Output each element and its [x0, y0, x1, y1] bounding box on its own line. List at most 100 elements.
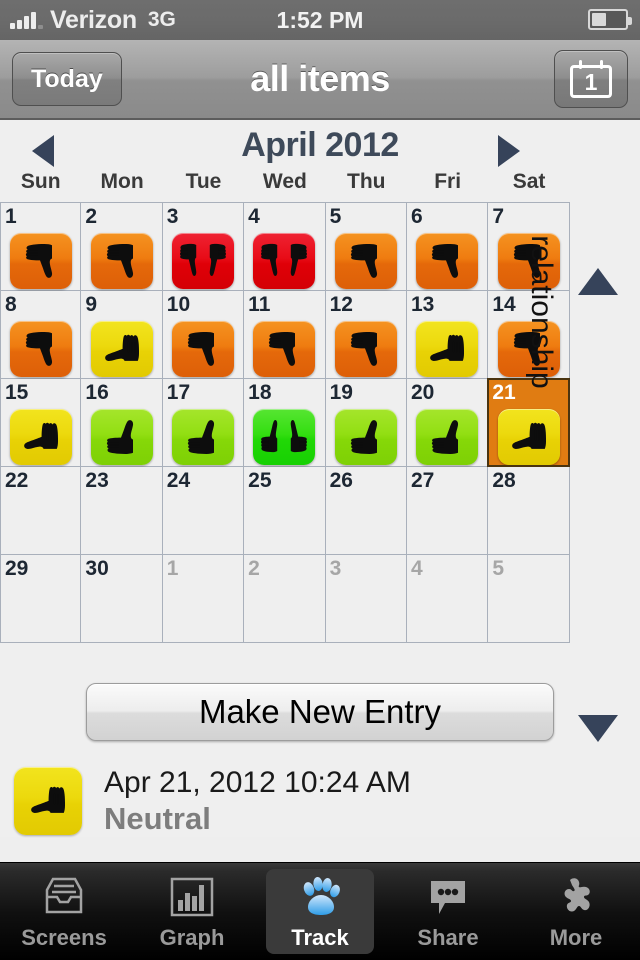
- tab-screens[interactable]: Screens: [0, 863, 128, 960]
- calendar-day-cell[interactable]: 26: [325, 467, 407, 555]
- tab-share[interactable]: Share: [384, 863, 512, 960]
- entry-list-item[interactable]: Apr 21, 2012 10:24 AM Neutral: [0, 741, 640, 837]
- calendar-day-cell[interactable]: 30: [81, 555, 163, 643]
- entry-status: Neutral: [104, 801, 211, 836]
- calendar-day-cell[interactable]: 6: [406, 203, 489, 291]
- calendar-view-button[interactable]: 1: [554, 50, 628, 108]
- tab-more[interactable]: More: [512, 863, 640, 960]
- battery-icon: [588, 9, 632, 30]
- thumbs-up-icon: [171, 409, 234, 465]
- calendar-day-cell[interactable]: 4: [244, 203, 326, 291]
- inbox-tray-icon: [41, 873, 87, 921]
- weekday-label: Tue: [185, 170, 222, 193]
- calendar-day-cell[interactable]: 3: [162, 203, 245, 291]
- calendar-day-cell[interactable]: 10: [162, 291, 245, 379]
- calendar-day-cell[interactable]: 2: [81, 203, 163, 291]
- thumbs-down-icon: [253, 321, 316, 377]
- thumbs-down-icon: [90, 233, 153, 289]
- day-number: 28: [492, 469, 516, 492]
- calendar-day-cell[interactable]: 8: [0, 291, 82, 379]
- calendar-day-cell[interactable]: 15: [0, 379, 82, 467]
- calendar-icon: 1: [570, 60, 612, 98]
- clock-label: 1:52 PM: [276, 6, 364, 33]
- calendar-day-cell[interactable]: 1: [162, 555, 245, 643]
- entry-text-block: Apr 21, 2012 10:24 AM Neutral: [104, 765, 411, 837]
- calendar-panel: April 2012 Sun Mon Tue Wed Thu Fri Sat 1…: [0, 120, 640, 742]
- day-number: 14: [492, 293, 516, 316]
- calendar-day-cell[interactable]: 16: [81, 379, 163, 467]
- today-button[interactable]: Today: [12, 52, 122, 106]
- day-number: 11: [248, 293, 271, 316]
- calendar-day-cell[interactable]: 11: [244, 291, 326, 379]
- calendar-day-cell[interactable]: 2: [244, 555, 326, 643]
- calendar-day-cell[interactable]: 13: [406, 291, 489, 379]
- calendar-day-cell[interactable]: 25: [244, 467, 326, 555]
- day-number: 4: [410, 557, 423, 580]
- calendar-day-cell[interactable]: 5: [488, 555, 570, 643]
- speech-bubble-icon: [426, 873, 470, 921]
- flat-hand-icon: [9, 409, 72, 465]
- calendar-day-cell[interactable]: 20: [406, 379, 489, 467]
- day-number: 21: [492, 381, 516, 404]
- arrow-down-icon[interactable]: [578, 715, 618, 742]
- tab-track[interactable]: Track: [256, 863, 384, 960]
- calendar-header: April 2012: [0, 120, 640, 170]
- calendar-week-row: 22 23 24 25 26 27 28: [0, 467, 570, 555]
- day-number: 1: [5, 205, 17, 228]
- day-number: 22: [5, 469, 29, 492]
- calendar-day-cell[interactable]: 24: [162, 467, 245, 555]
- day-number: 26: [329, 469, 353, 492]
- arrow-up-icon[interactable]: [578, 268, 618, 295]
- weekday-label: Wed: [262, 170, 307, 193]
- entry-datetime: Apr 21, 2012 10:24 AM: [104, 766, 411, 799]
- calendar-day-cell[interactable]: 5: [325, 203, 407, 291]
- thumbs-down-icon: [416, 233, 479, 289]
- calendar-day-cell[interactable]: 12: [325, 291, 407, 379]
- tab-graph[interactable]: Graph: [128, 863, 256, 960]
- make-new-entry-button[interactable]: Make New Entry: [86, 683, 554, 741]
- tab-bar: Screens Graph Track Share More: [0, 862, 640, 960]
- calendar-day-cell[interactable]: 23: [81, 467, 163, 555]
- day-number: 10: [166, 293, 191, 316]
- calendar-day-cell[interactable]: 19: [325, 379, 407, 467]
- month-label: April 2012: [241, 125, 399, 164]
- calendar-day-cell[interactable]: 3: [325, 555, 407, 643]
- day-number: 19: [329, 381, 353, 404]
- weekday-label: Fri: [434, 170, 462, 193]
- day-number: 8: [5, 293, 17, 316]
- double-thumbs-down-icon: [253, 233, 316, 289]
- calendar-week-row: 29 30 1 2 3 4 5: [0, 555, 570, 643]
- day-number: 3: [329, 557, 342, 580]
- day-number: 12: [329, 293, 353, 316]
- calendar-day-cell[interactable]: 4: [406, 555, 489, 643]
- calendar-day-cell[interactable]: 28: [488, 467, 570, 555]
- thumbs-up-icon: [90, 409, 153, 465]
- calendar-week-row: 8 9 10 11 12 13 14: [0, 291, 570, 379]
- arrow-left-icon[interactable]: [32, 135, 54, 167]
- calendar-day-cell[interactable]: 27: [406, 467, 489, 555]
- day-number: 4: [248, 205, 260, 228]
- entry-section: Make New Entry Apr 21, 2012 10:24 AM Neu…: [0, 665, 640, 837]
- arrow-right-icon[interactable]: [498, 135, 520, 167]
- calendar-week-row: 1 2 3 4 5 6 7: [0, 203, 570, 291]
- status-bar: Verizon 3G 1:52 PM: [0, 0, 640, 40]
- calendar-day-cell[interactable]: 1: [0, 203, 82, 291]
- puzzle-piece-icon: [553, 873, 599, 921]
- calendar-day-cell[interactable]: 22: [0, 467, 82, 555]
- calendar-week-row: 15 16 17 18 19 20 21: [0, 378, 571, 467]
- thumbs-down-icon: [9, 233, 72, 289]
- thumbs-down-icon: [9, 321, 72, 377]
- tab-label: Track: [291, 924, 349, 950]
- weekday-label: Sun: [20, 170, 61, 193]
- tab-label: Screens: [21, 924, 107, 950]
- day-number: 2: [248, 557, 260, 580]
- day-number: 29: [5, 557, 29, 580]
- day-number: 30: [85, 557, 109, 580]
- calendar-day-cell[interactable]: 29: [0, 555, 82, 643]
- calendar-day-cell[interactable]: 18: [244, 379, 326, 467]
- day-number: 1: [166, 557, 179, 580]
- thumbs-up-icon: [334, 409, 397, 465]
- calendar-day-cell[interactable]: 9: [81, 291, 163, 379]
- calendar-day-cell[interactable]: 17: [162, 379, 245, 467]
- flat-hand-icon: [497, 409, 560, 465]
